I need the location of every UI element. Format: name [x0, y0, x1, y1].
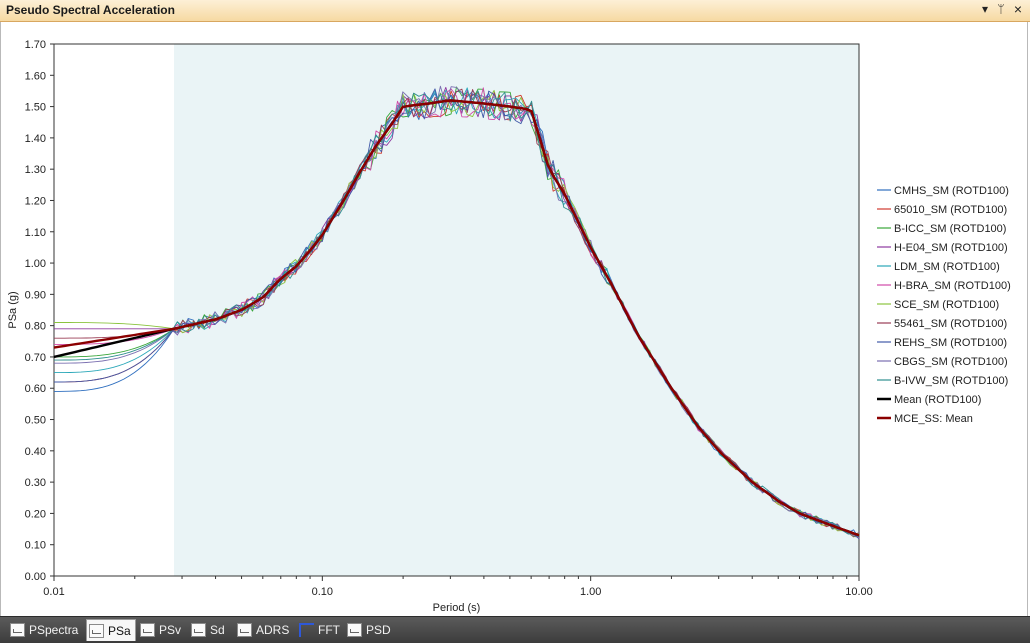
y-tick-label: 0.50	[25, 415, 46, 427]
legend-label: Mean (ROTD100)	[894, 394, 981, 406]
y-tick-label: 0.10	[25, 540, 46, 552]
y-tick-label: 0.00	[25, 571, 46, 583]
tab-label: PSv	[159, 623, 182, 637]
tab-psd[interactable]: PSD	[345, 620, 395, 640]
tab-psa[interactable]: PSa	[86, 619, 136, 641]
legend-label: B-ICC_SM (ROTD100)	[894, 223, 1006, 235]
fft-icon	[299, 623, 314, 637]
window-titlebar: Pseudo Spectral Acceleration ▾ ᛘ ×	[0, 0, 1030, 22]
close-icon[interactable]: ×	[1011, 1, 1025, 17]
y-tick-label: 0.60	[25, 383, 46, 395]
x-axis-label: Period (s)	[433, 602, 481, 614]
tab-bar: PSpectra PSa PSv Sd ADRS FFT PSD	[0, 616, 1030, 643]
y-tick-label: 0.70	[25, 352, 46, 364]
legend-label: MCE_SS: Mean	[894, 413, 973, 425]
y-tick-label: 0.40	[25, 446, 46, 458]
x-tick-label: 0.01	[43, 586, 64, 598]
legend-label: H-E04_SM (ROTD100)	[894, 242, 1008, 254]
y-tick-label: 1.50	[25, 102, 46, 114]
tab-psv[interactable]: PSv	[138, 620, 185, 640]
shaded-region	[173, 44, 859, 576]
legend-label: B-IVW_SM (ROTD100)	[894, 375, 1008, 387]
tab-pspectra[interactable]: PSpectra	[8, 620, 82, 640]
tab-label: FFT	[318, 623, 340, 637]
legend-label: REHS_SM (ROTD100)	[894, 337, 1007, 349]
y-tick-label: 0.20	[25, 508, 46, 520]
legend-label: 65010_SM (ROTD100)	[894, 204, 1007, 216]
y-tick-label: 1.10	[25, 227, 46, 239]
sd-icon	[191, 623, 206, 637]
y-tick-label: 0.30	[25, 477, 46, 489]
psv-icon	[140, 623, 155, 637]
legend-label: SCE_SM (ROTD100)	[894, 299, 999, 311]
tab-label: ADRS	[256, 623, 290, 637]
y-tick-label: 1.20	[25, 195, 46, 207]
y-tick-label: 1.40	[25, 133, 46, 145]
dropdown-icon[interactable]: ▾	[978, 2, 992, 16]
y-tick-label: 1.70	[25, 39, 46, 51]
legend-label: CBGS_SM (ROTD100)	[894, 356, 1008, 368]
spectra-icon	[10, 623, 25, 637]
legend-label: CMHS_SM (ROTD100)	[894, 185, 1009, 197]
pin-icon[interactable]: ᛘ	[994, 2, 1008, 16]
psd-icon	[347, 623, 362, 637]
tab-label: PSa	[108, 623, 131, 638]
tab-label: Sd	[210, 623, 225, 637]
x-tick-label: 0.10	[312, 586, 333, 598]
y-tick-label: 1.00	[25, 258, 46, 270]
x-tick-label: 1.00	[580, 586, 601, 598]
psa-icon	[89, 623, 104, 638]
y-axis-label: PSa (g)	[7, 291, 19, 328]
legend-label: LDM_SM (ROTD100)	[894, 261, 1000, 273]
y-tick-label: 0.90	[25, 289, 46, 301]
y-tick-label: 1.60	[25, 70, 46, 82]
tab-fft[interactable]: FFT	[297, 620, 344, 640]
y-tick-label: 0.80	[25, 321, 46, 333]
y-tick-label: 1.30	[25, 164, 46, 176]
legend-label: 55461_SM (ROTD100)	[894, 318, 1007, 330]
legend-label: H-BRA_SM (ROTD100)	[894, 280, 1011, 292]
chart-panel: 0.00 0.10 0.20 0.30 0.40 0.50 0.60 0.70 0.80 0.90…	[0, 22, 1028, 616]
window-title: Pseudo Spectral Acceleration	[6, 3, 175, 17]
tab-label: PSD	[366, 623, 391, 637]
tab-adrs[interactable]: ADRS	[235, 620, 293, 640]
tab-sd[interactable]: Sd	[189, 620, 229, 640]
tab-label: PSpectra	[29, 623, 79, 637]
x-tick-label: 10.00	[845, 586, 873, 598]
psa-chart: 0.00 0.10 0.20 0.30 0.40 0.50 0.60 0.70 0.80 0.90…	[7, 39, 1011, 614]
adrs-icon	[237, 623, 252, 637]
